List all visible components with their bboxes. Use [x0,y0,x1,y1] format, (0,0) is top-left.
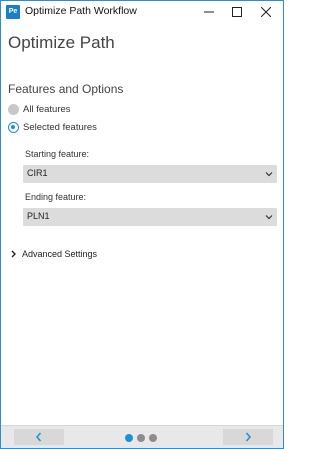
starting-feature-value: CIR1 [27,168,48,178]
next-button[interactable] [223,429,273,445]
chevron-right-icon [11,250,16,258]
radio-all-features[interactable]: All features [8,102,71,116]
previous-button[interactable] [14,429,64,445]
features-section-title: Features and Options [8,82,124,96]
advanced-settings-toggle[interactable]: Advanced Settings [10,248,97,260]
radio-checked-icon[interactable] [8,121,19,133]
radio-selected-features[interactable]: Selected features [8,120,97,134]
chevron-down-icon [265,172,273,177]
radio-selected-features-label: Selected features [23,121,97,133]
maximize-button[interactable] [223,1,251,23]
chevron-left-icon [36,432,42,442]
radio-unchecked-icon[interactable] [8,103,19,115]
ending-feature-label: Ending feature: [25,192,87,202]
workflow-window: Pe Optimize Path Workflow Optimize Path … [0,0,284,449]
page-dot [149,434,157,442]
close-icon [261,7,271,17]
minimize-button[interactable] [195,1,223,23]
window-title: Optimize Path Workflow [25,5,137,17]
maximize-icon [232,7,242,17]
app-logo-icon: Pe [6,5,20,19]
chevron-right-icon [245,432,251,442]
starting-feature-label: Starting feature: [25,149,90,159]
advanced-settings-label: Advanced Settings [22,249,98,259]
ending-feature-dropdown[interactable]: PLN1 [23,208,277,226]
radio-all-features-label: All features [23,103,71,115]
page-indicator [125,434,157,442]
page-dot-active [125,434,133,442]
page-dot [137,434,145,442]
starting-feature-dropdown[interactable]: CIR1 [23,165,277,183]
chevron-down-icon [265,215,273,220]
page-title: Optimize Path [8,33,115,52]
close-button[interactable] [252,1,280,23]
minimize-icon [204,11,214,13]
ending-feature-value: PLN1 [27,211,50,221]
title-bar[interactable]: Pe Optimize Path Workflow [1,1,283,23]
wizard-footer [1,425,283,448]
